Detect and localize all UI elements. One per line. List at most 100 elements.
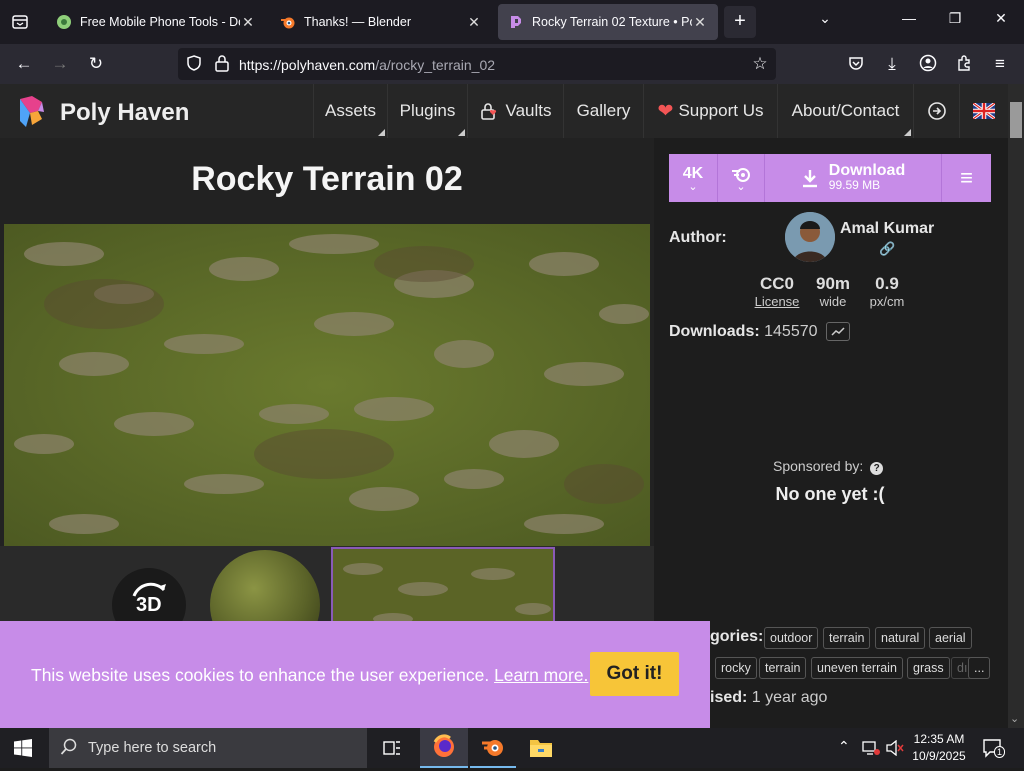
- back-icon[interactable]: ←: [14, 54, 34, 74]
- nav-gallery[interactable]: Gallery: [563, 84, 643, 138]
- link-icon[interactable]: 🔗: [879, 241, 895, 257]
- lock-heart-icon: [480, 101, 498, 121]
- tab-list-icon[interactable]: [10, 12, 30, 32]
- nav-about-contact[interactable]: About/Contact: [777, 84, 913, 138]
- density-label: px/cm: [869, 294, 905, 309]
- maximize-icon[interactable]: ❐: [940, 10, 970, 27]
- show-hidden-icons-icon[interactable]: ⌃: [838, 738, 850, 755]
- help-icon[interactable]: ?: [870, 462, 884, 475]
- downloads-icon[interactable]: ⤓: [882, 54, 902, 74]
- learn-more-link[interactable]: Learn more.: [494, 665, 588, 685]
- license-stat[interactable]: CC0 License: [752, 274, 802, 309]
- minimize-icon[interactable]: —: [894, 10, 924, 26]
- tab-overflow-icon[interactable]: ⌄: [810, 10, 840, 27]
- language-selector[interactable]: [959, 84, 1008, 138]
- tag-item[interactable]: rocky: [715, 657, 757, 679]
- nav-label: Vaults: [505, 101, 552, 120]
- nav-label: Plugins: [399, 101, 456, 120]
- nav-vaults[interactable]: Vaults: [467, 84, 563, 138]
- width-stat: 90m wide: [808, 274, 858, 309]
- site-brand[interactable]: Poly Haven: [60, 99, 189, 127]
- downloads-row: Downloads: 145570: [669, 323, 818, 341]
- bookmark-star-icon[interactable]: ☆: [750, 54, 770, 74]
- tag-item[interactable]: grass: [907, 657, 950, 679]
- trend-icon: [831, 327, 845, 336]
- forward-icon[interactable]: →: [50, 54, 70, 74]
- download-label: Download: [828, 162, 906, 179]
- sponsored-text: Sponsored by:: [773, 458, 864, 474]
- close-tab-icon[interactable]: ✕: [240, 14, 256, 31]
- lock-icon[interactable]: [212, 54, 232, 74]
- thumbnail-strip: [0, 546, 654, 626]
- tab-title: Thanks! — Blender: [304, 15, 411, 29]
- more-tags-button[interactable]: ...: [968, 657, 991, 679]
- category-tag[interactable]: natural: [875, 627, 926, 649]
- nav-label: About/Contact: [791, 101, 900, 120]
- heart-icon: ❤: [657, 100, 674, 122]
- tab-blender-thanks[interactable]: Thanks! — Blender ✕: [270, 4, 492, 40]
- cookie-accept-button[interactable]: Got it!: [590, 652, 679, 696]
- blender-icon: [280, 14, 296, 30]
- windows-start-icon[interactable]: [14, 739, 32, 762]
- nav-plugins[interactable]: Plugins: [387, 84, 467, 138]
- tab-rocky-terrain[interactable]: Rocky Terrain 02 Texture • Poly ✕: [498, 4, 718, 40]
- nav-support-us[interactable]: ❤ Support Us: [643, 84, 777, 138]
- tag-item[interactable]: uneven terrain: [811, 657, 903, 679]
- blender-taskbar-icon[interactable]: [470, 728, 516, 768]
- scrollbar-thumb[interactable]: [1010, 102, 1022, 138]
- category-tag[interactable]: terrain: [823, 627, 871, 649]
- resolution-dropdown[interactable]: 4K ⌄: [669, 154, 717, 202]
- taskbar-clock[interactable]: 12:35 AM 10/9/2025: [906, 731, 972, 765]
- category-tag[interactable]: aerial: [929, 627, 972, 649]
- page-scrollbar[interactable]: [1008, 84, 1024, 728]
- extensions-icon[interactable]: [954, 54, 974, 74]
- sponsored-label: Sponsored by: ?: [773, 458, 884, 475]
- tab-title: Rocky Terrain 02 Texture • Poly: [532, 15, 692, 29]
- download-button[interactable]: Download 99.59 MB: [765, 154, 941, 202]
- volume-muted-icon[interactable]: [885, 739, 905, 761]
- reload-icon[interactable]: ↻: [86, 54, 106, 74]
- width-value: 90m: [815, 274, 851, 293]
- polyhaven-logo-icon[interactable]: [16, 95, 46, 134]
- polyhaven-icon: [508, 14, 524, 30]
- close-window-icon[interactable]: ✕: [986, 10, 1016, 27]
- tab-free-mobile-phone-tools[interactable]: Free Mobile Phone Tools - Dow ✕: [46, 4, 266, 40]
- author-label: Author:: [669, 229, 727, 246]
- login-button[interactable]: [913, 84, 959, 138]
- new-tab-button[interactable]: +: [724, 6, 756, 38]
- tab-title: Free Mobile Phone Tools - Dow: [80, 15, 240, 29]
- view-3d-label: 3D: [136, 594, 162, 616]
- category-tag[interactable]: outdoor: [764, 627, 819, 649]
- close-tab-icon[interactable]: ✕: [692, 14, 708, 31]
- nav-assets[interactable]: Assets: [313, 84, 387, 138]
- close-tab-icon[interactable]: ✕: [466, 14, 482, 31]
- clock-date: 10/9/2025: [912, 749, 966, 763]
- downloads-graph-button[interactable]: [826, 322, 850, 341]
- chevron-down-icon: ⌄: [688, 181, 698, 193]
- network-icon[interactable]: [862, 740, 880, 761]
- nav-label: Support Us: [678, 101, 764, 120]
- texture-preview-image[interactable]: [4, 224, 650, 546]
- downloads-count: 145570: [764, 323, 818, 340]
- notification-center-icon[interactable]: 1: [982, 738, 1006, 763]
- pocket-icon[interactable]: [846, 54, 866, 74]
- firefox-taskbar-icon[interactable]: [420, 728, 468, 768]
- scroll-down-icon[interactable]: ⌄: [1010, 712, 1019, 725]
- account-icon[interactable]: [918, 54, 938, 74]
- author-name[interactable]: Amal Kumar: [840, 220, 934, 238]
- file-explorer-taskbar-icon[interactable]: [518, 728, 564, 768]
- menu-icon[interactable]: ≡: [990, 54, 1010, 74]
- nav-label: Assets: [324, 101, 377, 120]
- asset-title: Rocky Terrain 02: [191, 160, 463, 198]
- task-view-icon[interactable]: [382, 738, 402, 763]
- hamburger-icon: ≡: [960, 165, 973, 190]
- download-options-button[interactable]: ≡: [942, 154, 991, 202]
- shield-icon[interactable]: [184, 54, 204, 74]
- format-dropdown[interactable]: ⌄: [718, 154, 764, 202]
- published-value: 1 year ago: [751, 689, 828, 706]
- clock-time: 12:35 AM: [913, 732, 965, 746]
- author-avatar[interactable]: [785, 212, 835, 262]
- license-label: License: [754, 294, 800, 309]
- density-stat: 0.9 px/cm: [862, 274, 912, 309]
- tag-item[interactable]: terrain: [759, 657, 807, 679]
